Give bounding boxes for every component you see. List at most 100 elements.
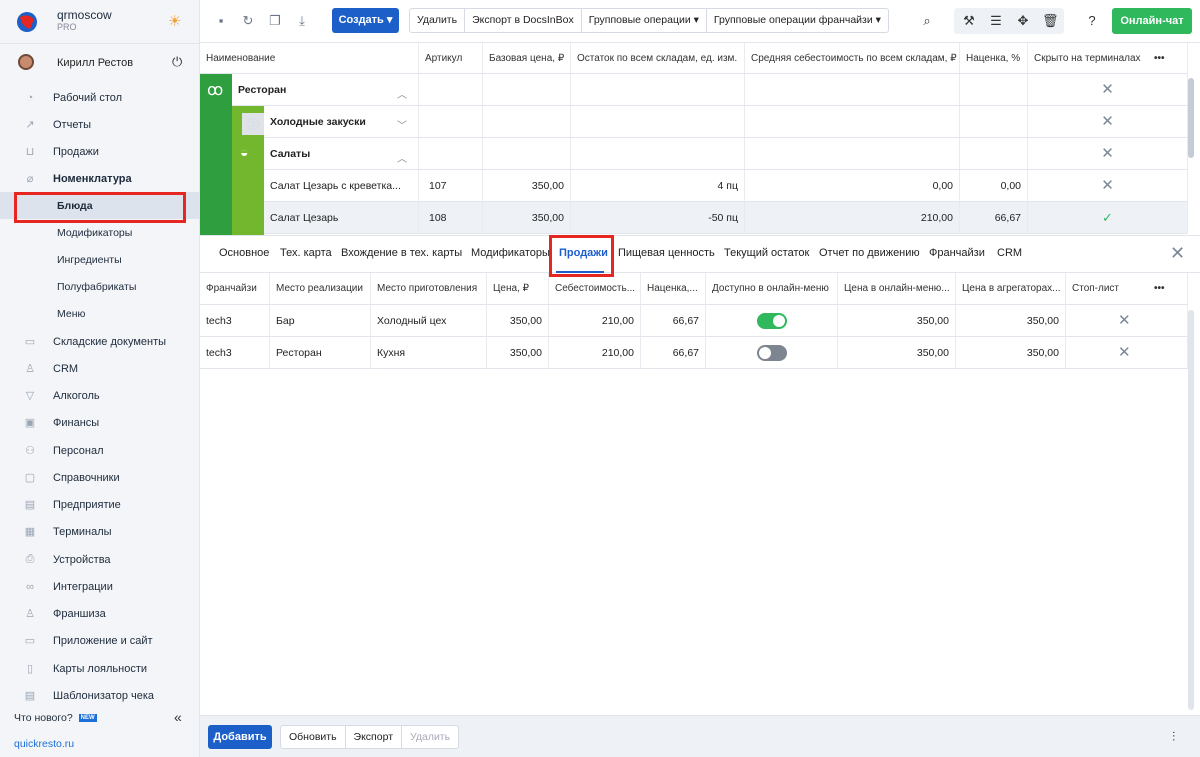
delete-button-disabled[interactable]: Удалить <box>402 726 458 748</box>
col-header-markup[interactable]: Наценка, % <box>960 43 1028 74</box>
collapse-sidebar-icon[interactable]: « <box>174 709 182 725</box>
row-agg-price[interactable]: 350,00 <box>956 337 1066 369</box>
sidebar-item-app-site[interactable]: ▭ Приложение и сайт <box>0 627 200 654</box>
col-header-place[interactable]: Место реализации <box>270 273 371 305</box>
col-header-stock[interactable]: Остаток по всем складам, ед. изм. <box>571 43 745 74</box>
table-row[interactable]: tech3 <box>200 337 270 369</box>
bottom-scrollbar[interactable] <box>1188 310 1194 710</box>
online-chat-button[interactable]: Онлайн-чат <box>1112 8 1192 34</box>
top-scrollbar[interactable] <box>1188 78 1194 158</box>
row-agg-price[interactable]: 350,00 <box>956 305 1066 337</box>
col-header-hidden[interactable]: Скрыто на терминалах ••• <box>1028 43 1188 74</box>
sidebar-item-sales[interactable]: ⊔ Продажи <box>0 138 200 165</box>
stop-list-x-icon[interactable]: ✕ <box>1066 337 1188 369</box>
tab-modifiers[interactable]: Модификаторы <box>471 247 550 259</box>
group-ops-franchise-dropdown[interactable]: Групповые операции франчайзи ▾ <box>707 9 888 32</box>
sidebar-item-warehouse-docs[interactable]: ▭ Складские документы <box>0 328 200 355</box>
tab-tech-card[interactable]: Тех. карта <box>280 247 332 259</box>
theme-sun-icon[interactable]: ☀ <box>168 12 181 30</box>
sidebar-item-integrations[interactable]: ∞ Интеграции <box>0 573 200 600</box>
sidebar-item-reports[interactable]: ↗ Отчеты <box>0 111 200 138</box>
group-ops-dropdown[interactable]: Групповые операции ▾ <box>582 9 707 32</box>
stop-list-x-icon[interactable]: ✕ <box>1066 305 1188 337</box>
tab-movement-report[interactable]: Отчет по движению <box>819 247 920 259</box>
sidebar-item-semifinished[interactable]: Полуфабрикаты <box>0 273 200 300</box>
row-price[interactable]: 350,00 <box>487 337 549 369</box>
col-header-name[interactable]: Наименование <box>200 43 419 74</box>
tab-main[interactable]: Основное <box>219 247 269 259</box>
more-icon[interactable]: ••• <box>1154 273 1165 304</box>
col-header-cost[interactable]: Средняя себестоимость по всем складам, ₽ <box>745 43 960 74</box>
col-header-online-price[interactable]: Цена в онлайн-меню... <box>838 273 956 305</box>
avatar[interactable] <box>18 54 34 70</box>
online-toggle-off[interactable] <box>757 345 787 361</box>
col-header-online[interactable]: Доступно в онлайн-меню <box>706 273 838 305</box>
help-icon[interactable]: ? <box>1084 13 1100 29</box>
tab-current-stock[interactable]: Текущий остаток <box>724 247 809 259</box>
sidebar-item-modifiers[interactable]: Модификаторы <box>0 219 200 246</box>
table-row[interactable]: Ресторан <box>232 74 419 106</box>
online-toggle-on[interactable] <box>757 313 787 329</box>
user-name[interactable]: Кирилл Рестов <box>57 57 133 69</box>
row-prep[interactable]: Холодный цех <box>371 305 487 337</box>
delete-button[interactable]: Удалить <box>410 9 466 32</box>
refresh-button[interactable]: Обновить <box>281 726 346 748</box>
tab-nutrition[interactable]: Пищевая ценность <box>618 247 715 259</box>
sidebar-item-receipt-template[interactable]: ▤ Шаблонизатор чека <box>0 682 200 709</box>
row-prep[interactable]: Кухня <box>371 337 487 369</box>
chevron-up-icon[interactable]: ︿ <box>397 150 407 165</box>
sidebar-item-menu[interactable]: Меню <box>0 300 200 327</box>
table-row[interactable]: Салат Цезарь <box>264 202 419 234</box>
chevron-up-icon[interactable]: ︿ <box>397 86 407 101</box>
column-settings-icon[interactable]: ⫶ <box>1172 729 1175 745</box>
whats-new-link[interactable]: Что нового? NEW <box>14 712 97 724</box>
sidebar-item-terminals[interactable]: ▦ Терминалы <box>0 518 200 545</box>
row-online-price[interactable]: 350,00 <box>838 305 956 337</box>
sidebar-item-dashboard[interactable]: ◔ Рабочий стол <box>0 84 200 111</box>
tab-sales[interactable]: Продажи <box>559 247 608 259</box>
tab-crm[interactable]: CRM <box>997 247 1022 259</box>
row-place[interactable]: Ресторан <box>270 337 371 369</box>
col-header-agg-price[interactable]: Цена в агрегаторах... <box>956 273 1066 305</box>
trash-icon[interactable]: 🗑 <box>1042 13 1059 29</box>
move-icon[interactable]: ✥ <box>1015 13 1031 29</box>
company-name[interactable]: qrmoscow <box>57 8 112 22</box>
table-row[interactable]: Холодные закуски <box>264 106 419 138</box>
sidebar-item-franchise[interactable]: ♙ Франшиза <box>0 600 200 627</box>
table-row[interactable]: tech3 <box>200 305 270 337</box>
col-header-price[interactable]: Цена, ₽ <box>487 273 549 305</box>
site-link[interactable]: quickresto.ru <box>14 738 74 750</box>
col-header-article[interactable]: Артикул <box>419 43 483 74</box>
copy-icon[interactable]: ❐ <box>267 13 283 29</box>
sidebar-item-alcohol[interactable]: ▽ Алкоголь <box>0 382 200 409</box>
add-button[interactable]: Добавить <box>208 725 272 749</box>
chevron-down-icon[interactable]: ﹀ <box>397 117 407 132</box>
col-header-markup[interactable]: Наценка,... <box>641 273 706 305</box>
sidebar-item-staff[interactable]: ⚇ Персонал <box>0 437 200 464</box>
sidebar-item-crm[interactable]: ♙ CRM <box>0 355 200 382</box>
close-icon[interactable]: ✕ <box>1170 243 1185 264</box>
table-row[interactable]: Салаты <box>264 138 419 170</box>
col-header-cost[interactable]: Себестоимость... <box>549 273 641 305</box>
sidebar-item-ingredients[interactable]: Ингредиенты <box>0 246 200 273</box>
row-online-price[interactable]: 350,00 <box>838 337 956 369</box>
sidebar-item-loyalty[interactable]: ▯ Карты лояльности <box>0 655 200 682</box>
download-icon[interactable]: ⤓ <box>294 13 310 29</box>
sidebar-item-finance[interactable]: ▣ Финансы <box>0 409 200 436</box>
col-header-prep[interactable]: Место приготовления <box>371 273 487 305</box>
create-button[interactable]: Создать ▾ <box>332 8 399 33</box>
tab-tech-card-entry[interactable]: Вхождение в тех. карты <box>341 247 462 259</box>
sidebar-item-enterprise[interactable]: ▤ Предприятие <box>0 491 200 518</box>
refresh-icon[interactable]: ↻ <box>240 13 256 29</box>
tab-franchisees[interactable]: Франчайзи <box>929 247 985 259</box>
col-header-price[interactable]: Базовая цена, ₽ <box>483 43 571 74</box>
sidebar-item-dishes[interactable]: Блюда <box>0 192 200 219</box>
logout-power-icon[interactable]: ⏻ <box>172 54 182 70</box>
sidebar-item-devices[interactable]: ⎙ Устройства <box>0 546 200 573</box>
export-docsinbox-button[interactable]: Экспорт в DocsInBox <box>465 9 582 32</box>
more-icon[interactable]: ••• <box>1154 43 1165 73</box>
save-icon[interactable]: ▪ <box>213 13 229 29</box>
sidebar-item-references[interactable]: ▢ Справочники <box>0 464 200 491</box>
sidebar-item-nomenclature[interactable]: ⌀ Номенклатура <box>0 165 200 192</box>
list-icon[interactable]: ☰ <box>988 13 1004 29</box>
